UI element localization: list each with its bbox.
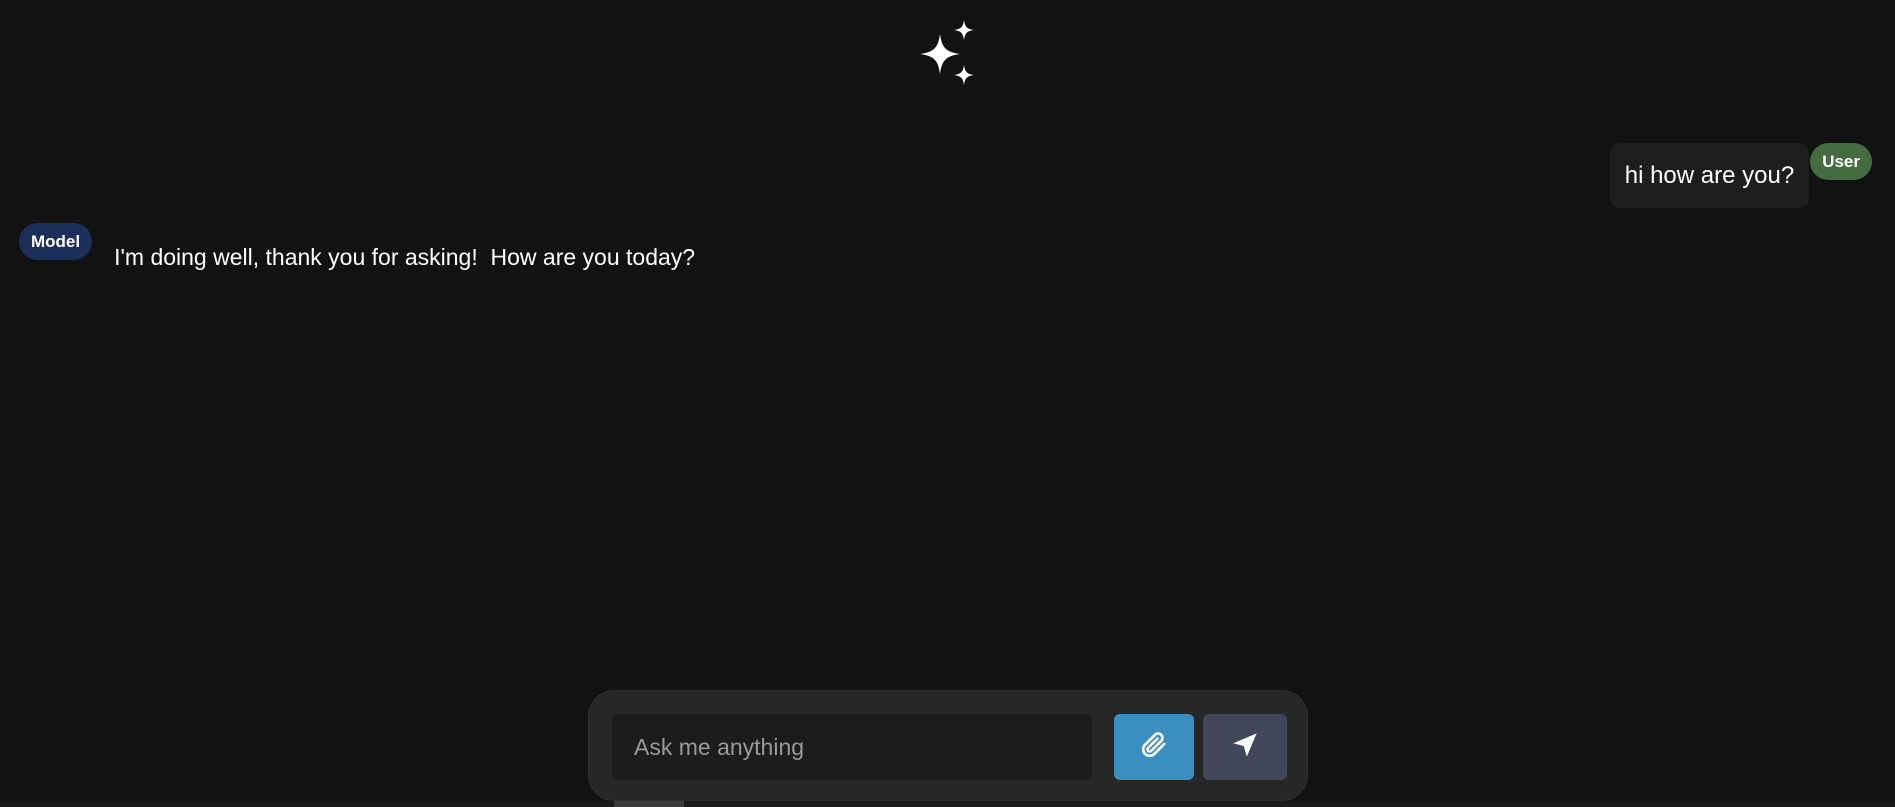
- user-message-bubble: hi how are you?: [1609, 143, 1810, 208]
- model-badge: Model: [19, 223, 93, 260]
- model-message-text: I'm doing well, thank you for asking! Ho…: [114, 244, 696, 270]
- bottom-scrollbar-thumb[interactable]: [614, 801, 684, 807]
- user-badge: User: [1810, 143, 1872, 180]
- message-composer: [588, 690, 1308, 801]
- send-button[interactable]: [1203, 714, 1287, 780]
- chat-page: hi how are you? User Model I'm doing wel…: [0, 0, 1895, 807]
- paperclip-icon: [1141, 731, 1167, 763]
- message-input[interactable]: [612, 714, 1092, 780]
- model-message: Model I'm doing well, thank you for aski…: [19, 223, 695, 271]
- send-icon: [1231, 731, 1259, 764]
- user-message: hi how are you? User: [1609, 143, 1872, 208]
- bottom-scrollbar-track[interactable]: [0, 801, 1895, 807]
- sparkles-icon: [916, 18, 982, 90]
- attach-button[interactable]: [1114, 714, 1194, 780]
